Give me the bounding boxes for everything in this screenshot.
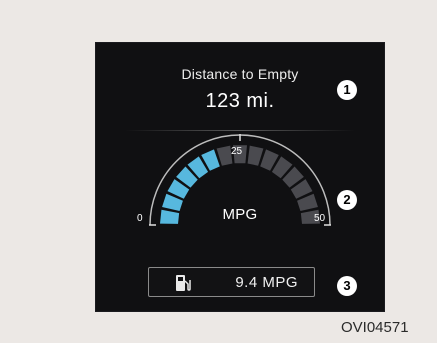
gauge-segment-filled: [201, 149, 220, 171]
gauge-segment-filled: [176, 166, 198, 188]
page: Distance to Empty 123 mi. 0 25 50 MPG 9.…: [0, 0, 437, 343]
average-fuel-economy-box: 9.4 MPG: [148, 267, 315, 297]
gauge-segment-empty: [260, 149, 279, 171]
gauge-segment-filled: [187, 156, 209, 179]
fuel-pump-icon: [176, 275, 191, 291]
callout-2: 2: [337, 190, 357, 210]
gauge-mid-label: 25: [231, 146, 243, 157]
figure-code: OVI04571: [341, 319, 409, 336]
callout-3: 3: [337, 276, 357, 296]
section-divider: [125, 130, 355, 131]
distance-to-empty-title: Distance to Empty: [181, 66, 299, 82]
callout-1: 1: [337, 80, 357, 100]
average-fuel-economy-value: 9.4 MPG: [235, 274, 298, 291]
gauge-segment-empty: [247, 145, 264, 166]
gauge-segment-filled: [167, 179, 190, 199]
gauge-segment-empty: [282, 166, 304, 188]
gauge-segment-empty: [271, 156, 293, 179]
gauge-segment-empty: [290, 179, 313, 199]
